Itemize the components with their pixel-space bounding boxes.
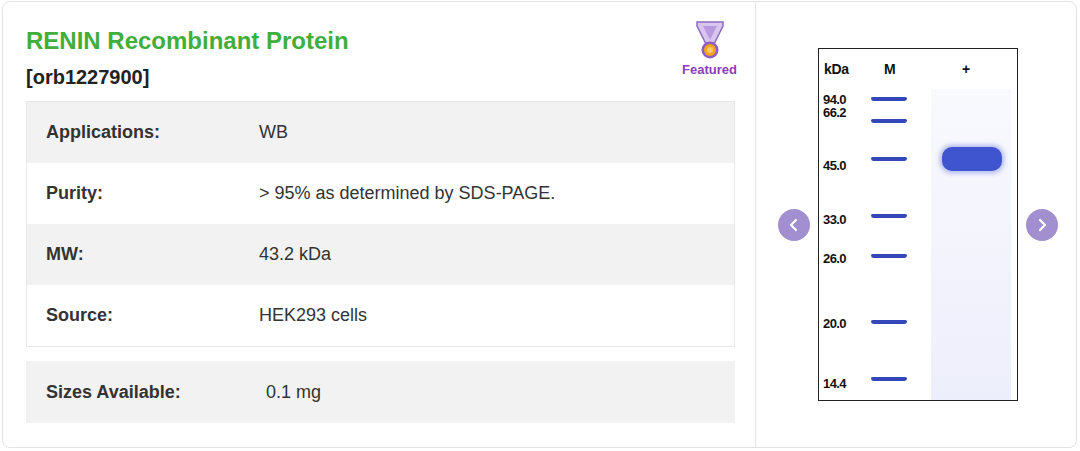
medal-icon — [693, 20, 727, 60]
spec-value: HEK293 cells — [259, 302, 377, 329]
image-gallery: kDa M 94.066.2 45.0 33.0 26.0 20.0 14.4 + — [755, 2, 1078, 447]
spec-row: Purity:> 95% as determined by SDS-PAGE. — [27, 163, 734, 224]
sizes-row: Sizes Available:0.1 mg — [26, 361, 735, 423]
spec-value: > 95% as determined by SDS-PAGE. — [259, 180, 565, 207]
product-title: RENIN Recombinant Protein — [26, 26, 349, 56]
ladder-band — [871, 254, 907, 258]
spec-label: Source: — [27, 302, 259, 329]
previous-button[interactable] — [778, 209, 810, 241]
product-header: RENIN Recombinant Protein [orb1227900] Fea… — [26, 26, 735, 101]
lane-label: M — [884, 61, 895, 77]
lane-label: + — [962, 61, 970, 77]
ladder-label: 26.0 — [823, 252, 846, 265]
sizes-label: Sizes Available: — [26, 379, 266, 406]
spec-label: Purity: — [27, 180, 259, 207]
spec-row: Applications:WB — [27, 102, 734, 163]
next-button[interactable] — [1026, 209, 1058, 241]
spec-row: MW:43.2 kDa — [27, 224, 734, 285]
featured-label: Featured — [682, 62, 737, 78]
spec-table: Applications:WBPurity:> 95% as determine… — [26, 101, 735, 347]
sizes-value: 0.1 mg — [266, 379, 331, 406]
ladder-label: 33.0 — [823, 213, 846, 226]
ladder-band — [871, 97, 907, 101]
product-card: RENIN Recombinant Protein [orb1227900] Fea… — [2, 1, 1077, 448]
title-block: RENIN Recombinant Protein [orb1227900] — [26, 26, 349, 91]
ladder-band — [871, 377, 907, 381]
spec-row: Source:HEK293 cells — [27, 285, 734, 346]
ladder-label: 94.0 — [823, 93, 846, 106]
featured-badge: Featured — [682, 20, 737, 78]
catalog-number: [orb1227900] — [26, 63, 349, 91]
sds-page-gel: kDa M 94.066.2 45.0 33.0 26.0 20.0 14.4 + — [818, 48, 1018, 401]
ladder-band — [871, 214, 907, 218]
sample-band — [942, 147, 1002, 171]
spec-label: MW: — [27, 241, 259, 268]
ladder-band — [871, 320, 907, 324]
ladder-label: 20.0 — [823, 317, 846, 330]
ladder-label: 14.4 — [823, 377, 846, 390]
chevron-left-icon — [785, 216, 803, 234]
ladder-band — [871, 119, 907, 123]
spec-label: Applications: — [27, 119, 259, 146]
unit-label: kDa — [824, 61, 849, 77]
ladder-band — [871, 157, 907, 161]
ladder-label: 45.0 — [823, 159, 846, 172]
chevron-right-icon — [1033, 216, 1051, 234]
product-info: RENIN Recombinant Protein [orb1227900] Fea… — [3, 2, 755, 447]
sample-lane — [931, 89, 1011, 400]
ladder-label: 66.2 — [823, 106, 846, 119]
spec-value: 43.2 kDa — [259, 241, 341, 268]
spec-value: WB — [259, 119, 298, 146]
